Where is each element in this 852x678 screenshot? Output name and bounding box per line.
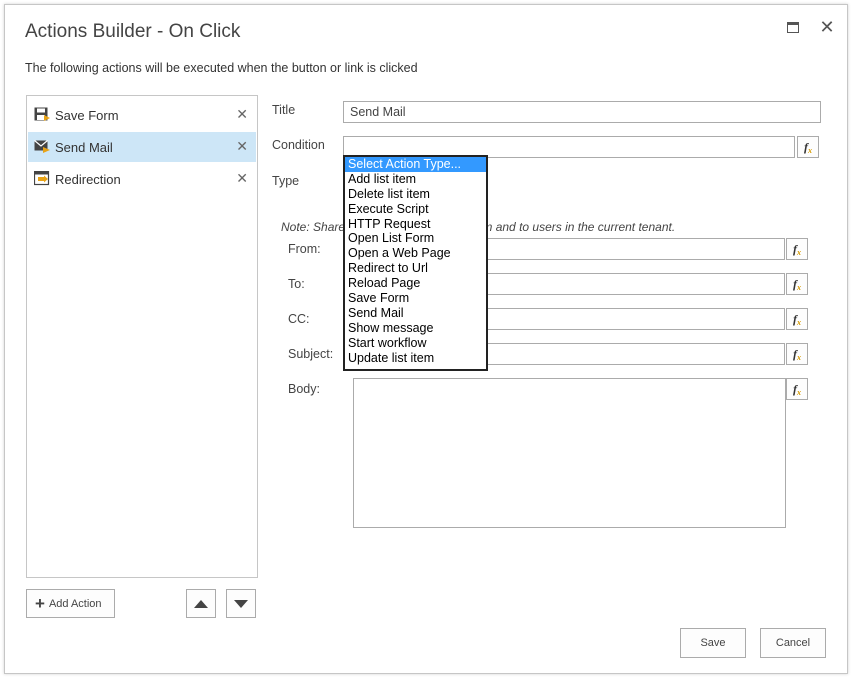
close-button[interactable]: ✕ <box>817 17 837 37</box>
redirection-icon <box>34 171 50 186</box>
dropdown-option[interactable]: Save Form <box>345 291 486 306</box>
condition-fx-button[interactable]: fx <box>797 136 819 158</box>
subject-label: Subject: <box>288 347 334 361</box>
dialog-subtitle: The following actions will be executed w… <box>25 61 418 75</box>
note-right: r from and to users in the current tenan… <box>461 220 676 234</box>
move-down-button[interactable] <box>226 589 256 618</box>
from-label: From: <box>288 242 321 256</box>
title-input[interactable] <box>343 101 821 123</box>
dropdown-option[interactable]: Execute Script <box>345 202 486 217</box>
remove-action-icon[interactable]: ✕ <box>236 106 248 123</box>
type-label: Type <box>272 174 300 188</box>
dropdown-option[interactable]: Update list item <box>345 351 486 366</box>
arrow-down-icon <box>234 599 248 608</box>
subject-fx-button[interactable]: fx <box>786 343 808 365</box>
body-textarea[interactable] <box>353 378 786 528</box>
action-label: Redirection <box>55 172 121 187</box>
function-icon-sub: x <box>797 282 801 292</box>
note-left: Note: Share <box>281 220 346 234</box>
maximize-button[interactable] <box>783 17 803 37</box>
arrow-up-icon <box>194 599 208 608</box>
body-fx-button[interactable]: fx <box>786 378 808 400</box>
cancel-button[interactable]: Cancel <box>760 628 826 658</box>
save-button[interactable]: Save <box>680 628 746 658</box>
action-item-redirection[interactable]: Redirection ✕ <box>28 164 256 194</box>
add-action-button[interactable]: + Add Action <box>26 589 115 618</box>
condition-label: Condition <box>272 138 325 152</box>
from-fx-button[interactable]: fx <box>786 238 808 260</box>
function-icon-sub: x <box>797 387 801 397</box>
function-icon-sub: x <box>808 145 812 155</box>
dropdown-option[interactable]: Show message <box>345 321 486 336</box>
function-icon-sub: x <box>797 247 801 257</box>
actions-builder-dialog: Actions Builder - On Click ✕ The followi… <box>4 4 848 674</box>
action-label: Save Form <box>55 108 119 123</box>
add-action-label: Add Action <box>48 597 102 610</box>
body-label: Body: <box>288 382 320 396</box>
title-label: Title <box>272 103 296 117</box>
function-icon-sub: x <box>797 317 801 327</box>
action-label: Send Mail <box>55 140 113 155</box>
dropdown-option[interactable]: Select Action Type... <box>345 157 486 172</box>
move-up-button[interactable] <box>186 589 216 618</box>
dropdown-option[interactable]: HTTP Request <box>345 217 486 232</box>
action-item-save-form[interactable]: Save Form ✕ <box>28 100 256 130</box>
dropdown-option[interactable]: Send Mail <box>345 306 486 321</box>
actions-list: Save Form ✕ Send Mail ✕ Redirection ✕ <box>26 95 258 578</box>
action-item-send-mail[interactable]: Send Mail ✕ <box>28 132 256 162</box>
dropdown-option[interactable]: Add list item <box>345 172 486 187</box>
maximize-icon <box>787 21 799 33</box>
cc-label: CC: <box>288 312 310 326</box>
save-form-icon <box>34 107 50 121</box>
function-icon-sub: x <box>797 352 801 362</box>
dropdown-option[interactable]: Open List Form <box>345 231 486 246</box>
send-mail-icon <box>34 140 50 153</box>
dropdown-option[interactable]: Reload Page <box>345 276 486 291</box>
dropdown-option[interactable]: Delete list item <box>345 187 486 202</box>
dropdown-option[interactable]: Redirect to Url <box>345 261 486 276</box>
to-label: To: <box>288 277 305 291</box>
plus-icon: + <box>35 594 45 613</box>
to-fx-button[interactable]: fx <box>786 273 808 295</box>
dialog-title: Actions Builder - On Click <box>25 21 241 42</box>
remove-action-icon[interactable]: ✕ <box>236 138 248 155</box>
dropdown-option[interactable]: Open a Web Page <box>345 246 486 261</box>
cc-fx-button[interactable]: fx <box>786 308 808 330</box>
close-icon: ✕ <box>819 16 835 37</box>
remove-action-icon[interactable]: ✕ <box>236 170 248 187</box>
dropdown-option[interactable]: Start workflow <box>345 336 486 351</box>
action-type-dropdown[interactable]: Select Action Type... Add list item Dele… <box>343 155 488 371</box>
